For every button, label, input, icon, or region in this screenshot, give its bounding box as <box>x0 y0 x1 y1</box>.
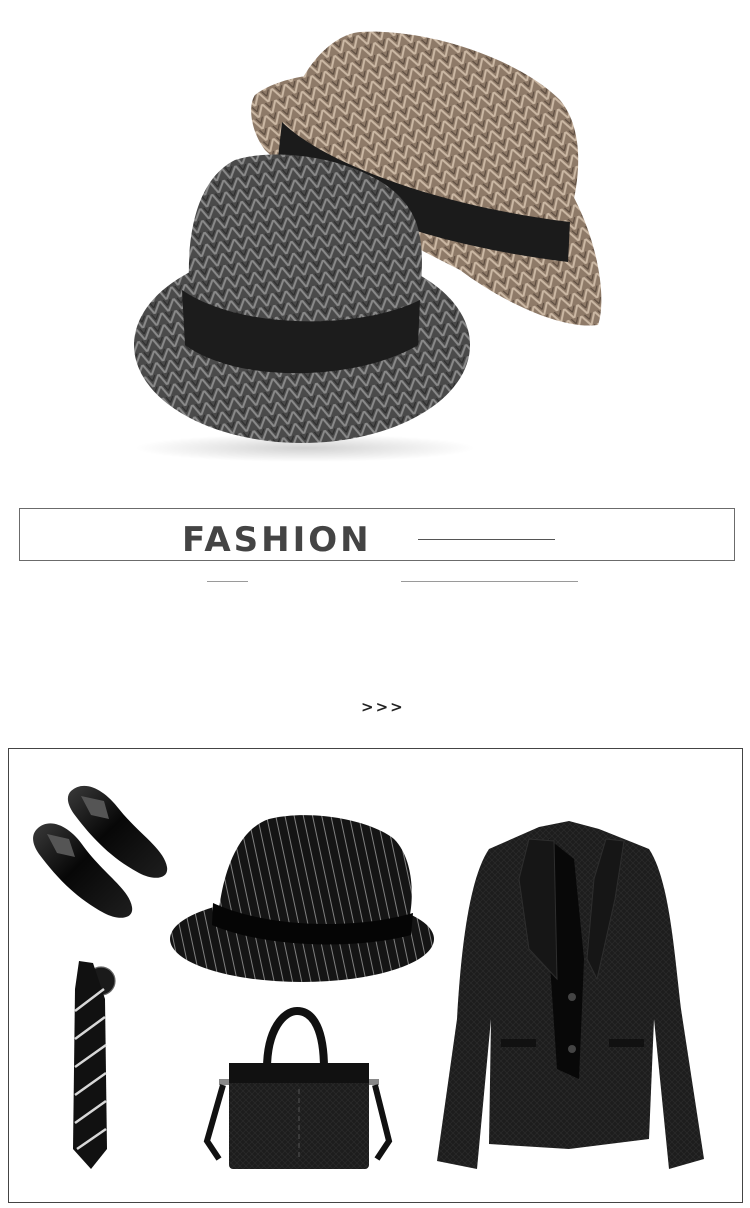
pinstripe-hat-icon <box>170 815 434 982</box>
hero-hats-image <box>0 0 750 495</box>
banner-divider <box>418 539 555 540</box>
briefcase-icon <box>203 1006 393 1169</box>
fashion-banner: FASHION <box>19 508 735 561</box>
blazer-icon <box>437 821 704 1169</box>
banner-title: FASHION <box>182 520 372 560</box>
decor-line-left <box>207 581 248 582</box>
decor-line-right <box>401 581 578 582</box>
chevrons-down-indicator: >>> <box>361 698 405 716</box>
tie-icon <box>73 961 116 1169</box>
outfit-flatlay-panel <box>8 748 743 1203</box>
shoes-icon <box>33 785 168 918</box>
